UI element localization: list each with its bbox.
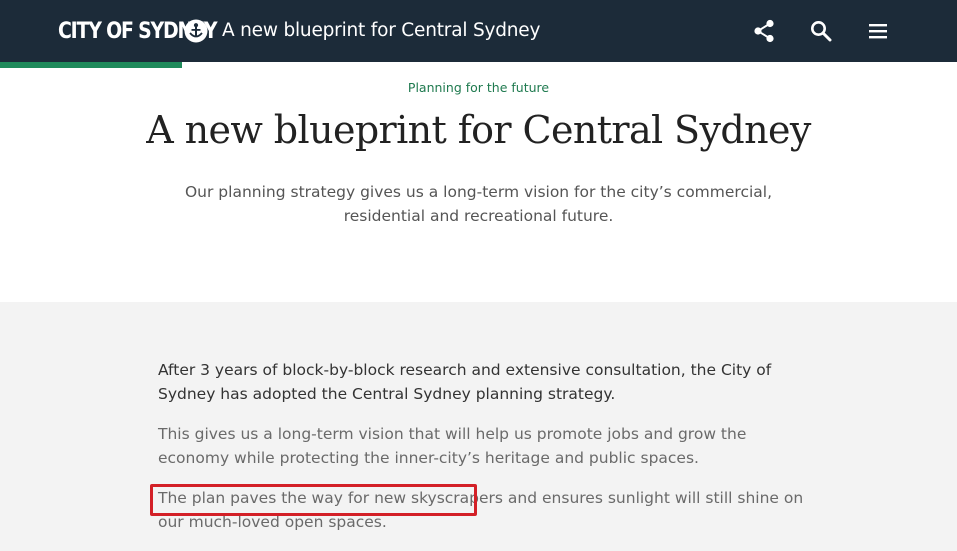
page-title: A new blueprint for Central Sydney — [146, 108, 811, 152]
menu-icon[interactable] — [865, 18, 891, 44]
city-emblem-icon — [184, 19, 208, 43]
article-body: After 3 years of block-by-block research… — [0, 302, 957, 551]
hero-section: Planning for the future A new blueprint … — [0, 68, 957, 302]
share-icon[interactable] — [751, 18, 777, 44]
article-lead: After 3 years of block-by-block research… — [158, 361, 772, 403]
search-icon[interactable] — [808, 18, 834, 44]
header-page-title: A new blueprint for Central Sydney — [222, 20, 541, 41]
section-eyebrow[interactable]: Planning for the future — [0, 80, 957, 95]
site-header: CITY OF SYDNEY A new blueprint for Centr… — [0, 0, 957, 62]
article-paragraph: The plan paves the way for new skyscrape… — [158, 489, 804, 531]
article-paragraph: This gives us a long-term vision that wi… — [158, 425, 747, 467]
page-subtitle: Our planning strategy gives us a long-te… — [184, 183, 773, 225]
city-of-sydney-logo[interactable]: CITY OF SYDNEY — [58, 17, 242, 45]
